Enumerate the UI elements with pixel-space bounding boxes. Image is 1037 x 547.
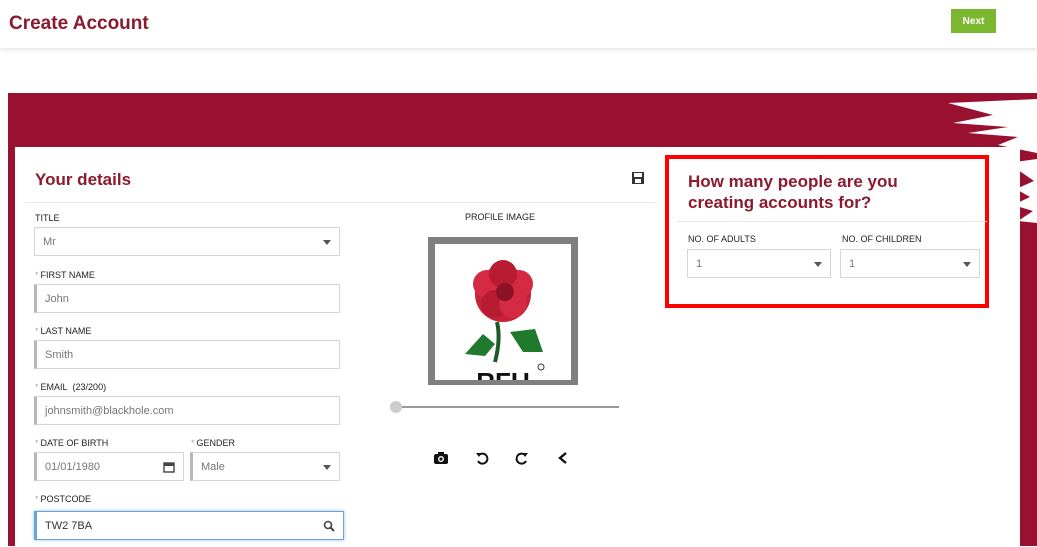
- title-select[interactable]: Mr: [34, 227, 340, 256]
- rose-logo: RFU: [465, 260, 545, 380]
- rotate-left-button[interactable]: [473, 449, 491, 467]
- divider: [25, 202, 657, 203]
- calendar-icon[interactable]: [163, 461, 175, 473]
- chevron-down-icon: [963, 262, 971, 267]
- required-marker: *: [35, 326, 39, 336]
- profile-image: RFU: [435, 244, 571, 380]
- dob-label: * DATE OF BIRTH: [35, 438, 109, 448]
- email-input[interactable]: johnsmith@blackhole.com: [34, 396, 340, 425]
- gender-value: Male: [201, 460, 225, 473]
- required-marker: *: [35, 494, 39, 504]
- postcode-label: * POSTCODE: [35, 494, 92, 504]
- save-icon[interactable]: [631, 171, 645, 185]
- back-button[interactable]: [554, 449, 572, 467]
- title-value: Mr: [43, 235, 56, 248]
- postcode-input[interactable]: TW2 7BA: [34, 511, 344, 540]
- dob-input[interactable]: 01/01/1980: [34, 452, 184, 481]
- divider: [677, 221, 987, 222]
- logo-text: RFU: [476, 367, 529, 380]
- gender-label: * GENDER: [191, 438, 236, 448]
- dob-value: 01/01/1980: [45, 460, 101, 473]
- chevron-down-icon: [323, 240, 331, 245]
- email-counter: (23/200): [72, 382, 107, 392]
- adults-select[interactable]: 1: [687, 249, 831, 278]
- email-label: * EMAIL (23/200): [35, 382, 107, 392]
- profile-image-frame[interactable]: RFU: [428, 237, 578, 385]
- search-icon[interactable]: [323, 520, 335, 532]
- rotate-right-icon: [515, 452, 528, 465]
- title-label: TITLE: [35, 213, 60, 223]
- next-button[interactable]: Next: [951, 9, 996, 33]
- last-name-label: * LAST NAME: [35, 326, 92, 336]
- zoom-slider-handle[interactable]: [390, 401, 402, 413]
- gender-select[interactable]: Male: [190, 452, 340, 481]
- last-name-input[interactable]: Smith: [34, 340, 340, 369]
- chevron-down-icon: [323, 465, 331, 470]
- required-marker: *: [35, 270, 39, 280]
- rotate-right-button[interactable]: [513, 449, 531, 467]
- camera-icon: [434, 452, 448, 464]
- people-count-title: How many people are you creating account…: [688, 172, 898, 212]
- camera-button[interactable]: [432, 449, 450, 467]
- zoom-slider-track[interactable]: [393, 406, 619, 408]
- required-marker: *: [35, 382, 39, 392]
- first-name-input[interactable]: John: [34, 284, 340, 313]
- top-bar: Create Account Next: [0, 0, 1037, 48]
- page-title: Create Account: [9, 13, 149, 34]
- required-marker: *: [191, 438, 195, 448]
- chevron-left-icon: [558, 452, 567, 464]
- adults-value: 1: [696, 257, 703, 270]
- children-select[interactable]: 1: [840, 249, 980, 278]
- adults-label: NO. OF ADULTS: [688, 234, 756, 244]
- first-name-label: * FIRST NAME: [35, 270, 95, 280]
- required-marker: *: [35, 438, 39, 448]
- chevron-down-icon: [814, 262, 822, 267]
- profile-image-label: PROFILE IMAGE: [465, 212, 536, 222]
- children-label: NO. OF CHILDREN: [842, 234, 922, 244]
- children-value: 1: [849, 257, 856, 270]
- postcode-value: TW2 7BA: [45, 519, 93, 532]
- details-title: Your details: [35, 170, 132, 189]
- rotate-left-icon: [476, 452, 489, 465]
